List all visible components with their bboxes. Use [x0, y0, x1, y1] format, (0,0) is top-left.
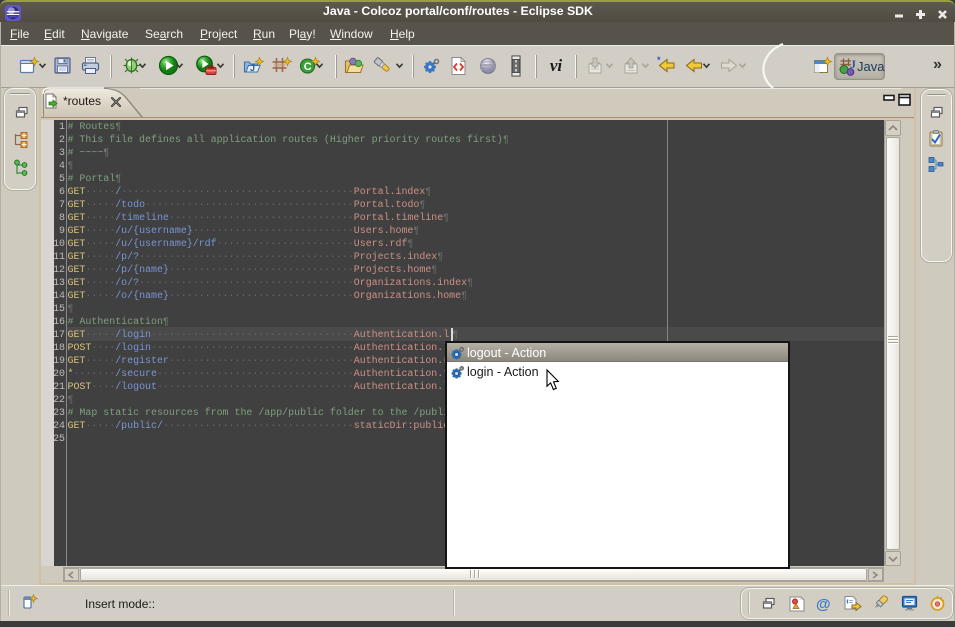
svg-text:C: C [304, 61, 312, 73]
svg-text:*: * [657, 55, 661, 65]
svg-text:J: J [850, 57, 856, 71]
svg-text:J: J [250, 63, 255, 73]
